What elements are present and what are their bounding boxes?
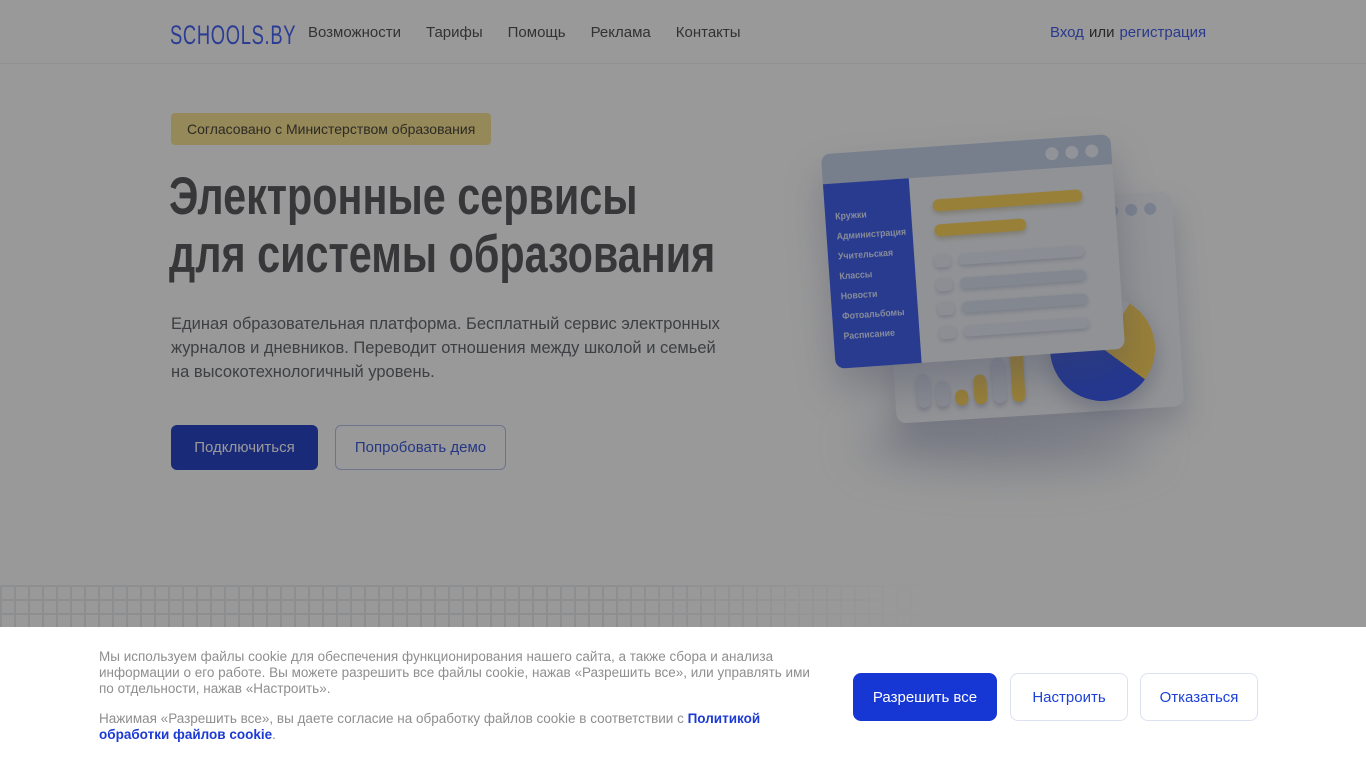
cookie-text-2-after: .: [272, 727, 276, 742]
cookie-text-2: Нажимая «Разрешить все», вы даете соглас…: [99, 711, 825, 743]
configure-button[interactable]: Настроить: [1010, 673, 1128, 721]
cookie-text-1: Мы используем файлы cookie для обеспечен…: [99, 649, 810, 696]
allow-all-button[interactable]: Разрешить все: [853, 673, 997, 721]
page: SCHOOLS.BY Возможности Тарифы Помощь Рек…: [0, 0, 1366, 768]
decline-button[interactable]: Отказаться: [1140, 673, 1258, 721]
cookie-text-2-before: Нажимая «Разрешить все», вы даете соглас…: [99, 711, 688, 726]
cookie-banner: Мы используем файлы cookie для обеспечен…: [0, 627, 1366, 768]
